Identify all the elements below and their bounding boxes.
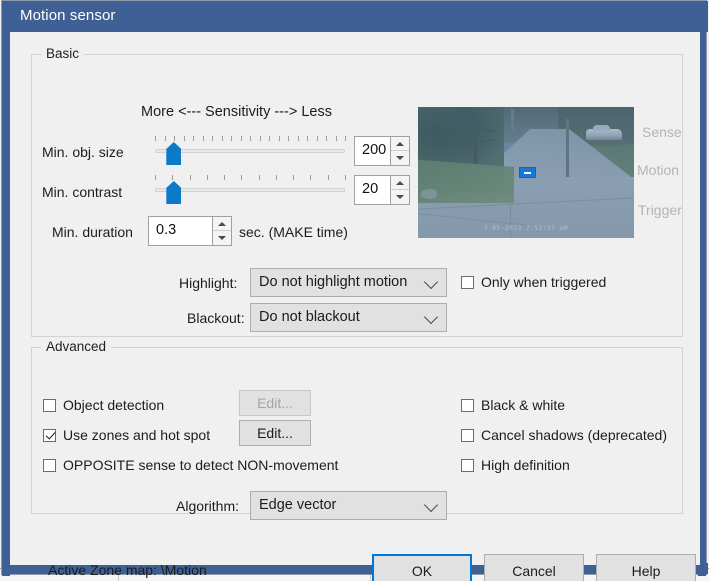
algorithm-dropdown[interactable]: Edge vector [250, 491, 447, 520]
min-duration-spin-buttons[interactable] [212, 217, 231, 245]
spin-up-icon[interactable] [391, 176, 409, 190]
chevron-down-icon [423, 309, 439, 324]
dialog-client-area: Basic More <--- Sensitivity ---> Less Mi… [10, 32, 700, 581]
highlight-dropdown[interactable]: Do not highlight motion [250, 268, 447, 297]
min-contrast-slider-thumb[interactable] [166, 181, 182, 204]
chevron-down-icon [423, 497, 439, 512]
checkbox-icon [461, 428, 474, 442]
high-definition-checkbox[interactable]: High definition [461, 457, 570, 473]
min-contrast-spin-buttons[interactable] [390, 176, 409, 204]
spin-up-icon[interactable] [391, 137, 409, 151]
min-obj-size-label: Min. obj. size [42, 144, 124, 160]
preview-timestamp: 7-05-2023 7:52:37 AM [483, 225, 569, 232]
edit-object-detection-label: Edit... [257, 395, 293, 411]
checkbox-icon [461, 275, 474, 289]
spin-up-icon[interactable] [213, 217, 231, 231]
camera-preview[interactable]: 7-05-2023 7:52:37 AM [418, 107, 634, 238]
edit-zones-label: Edit... [257, 425, 293, 441]
trigger-indicator-label: Trigger [638, 202, 682, 218]
cancel-shadows-label: Cancel shadows (deprecated) [481, 427, 667, 443]
checkbox-icon [461, 458, 474, 472]
algorithm-label: Algorithm: [176, 498, 240, 514]
advanced-group-legend: Advanced [41, 339, 112, 354]
opposite-sense-checkbox[interactable]: OPPOSITE sense to detect NON-movement [43, 457, 338, 473]
min-duration-label: Min. duration [52, 224, 133, 240]
highlight-label: Highlight: [179, 275, 238, 291]
algorithm-selected-value: Edge vector [259, 497, 337, 513]
min-obj-size-spin-buttons[interactable] [390, 137, 409, 165]
cancel-shadows-checkbox[interactable]: Cancel shadows (deprecated) [461, 427, 667, 443]
highlight-selected-value: Do not highlight motion [259, 274, 408, 290]
checkbox-icon [461, 398, 474, 412]
min-contrast-slider-ticks [155, 175, 346, 181]
dialog-left-edge [2, 1, 10, 576]
ok-button[interactable]: OK [372, 554, 472, 581]
min-duration-value: 0.3 [156, 222, 177, 238]
help-button[interactable]: Help [596, 554, 696, 581]
object-detection-checkbox[interactable]: Object detection [43, 397, 164, 413]
screenshot-root: Motion sensor Basic More <--- Sensitivit… [0, 0, 709, 581]
chevron-down-icon [423, 274, 439, 289]
blackout-dropdown[interactable]: Do not blackout [250, 303, 447, 332]
min-contrast-slider[interactable] [155, 175, 346, 205]
opposite-sense-label: OPPOSITE sense to detect NON-movement [63, 457, 339, 473]
blackout-selected-value: Do not blackout [259, 309, 360, 325]
min-contrast-label: Min. contrast [42, 184, 123, 200]
min-obj-size-slider-track [155, 149, 345, 153]
checkbox-icon [43, 458, 56, 472]
only-when-triggered-checkbox[interactable]: Only when triggered [461, 274, 606, 290]
motion-indicator-label: Motion [637, 162, 680, 178]
blackout-label: Blackout: [187, 310, 245, 326]
window-title: Motion sensor [20, 7, 116, 24]
motion-hot-spot-marker[interactable] [519, 167, 536, 178]
cancel-button[interactable]: Cancel [484, 554, 584, 581]
min-obj-size-slider[interactable] [155, 136, 346, 166]
checkbox-icon [43, 398, 56, 412]
min-duration-spinner[interactable]: 0.3 [148, 216, 232, 246]
min-obj-size-slider-thumb[interactable] [166, 142, 182, 165]
min-obj-size-spinner[interactable]: 200 [354, 136, 410, 166]
black-white-checkbox[interactable]: Black & white [461, 397, 565, 413]
black-white-label: Black & white [481, 397, 566, 413]
only-when-triggered-label: Only when triggered [481, 274, 607, 290]
sensitivity-caption: More <--- Sensitivity ---> Less [141, 104, 332, 120]
checkbox-checked-icon [43, 428, 56, 442]
active-zone-map-label: Active Zone map: \Motion [48, 562, 207, 578]
min-contrast-slider-track [155, 188, 345, 192]
edit-zones-button[interactable]: Edit... [239, 420, 311, 446]
edit-object-detection-button[interactable]: Edit... [239, 390, 311, 416]
min-obj-size-slider-ticks [155, 136, 346, 142]
min-duration-units-label: sec. (MAKE time) [239, 224, 348, 240]
spin-down-icon[interactable] [391, 151, 409, 165]
use-zones-checkbox[interactable]: Use zones and hot spot [43, 427, 210, 443]
high-definition-label: High definition [481, 457, 570, 473]
spin-down-icon[interactable] [213, 231, 231, 245]
min-obj-size-value: 200 [362, 142, 387, 158]
min-contrast-spinner[interactable]: 20 [354, 175, 410, 205]
title-bar: Motion sensor [2, 1, 708, 32]
min-contrast-value: 20 [362, 181, 379, 197]
motion-sensor-dialog: Motion sensor Basic More <--- Sensitivit… [1, 0, 708, 581]
basic-group-legend: Basic [41, 46, 85, 61]
cancel-button-label: Cancel [512, 562, 556, 579]
help-button-label: Help [631, 562, 661, 579]
ok-button-label: OK [411, 562, 433, 579]
spin-down-icon[interactable] [391, 190, 409, 204]
use-zones-label: Use zones and hot spot [63, 427, 211, 443]
object-detection-label: Object detection [63, 397, 165, 413]
sense-indicator-label: Sense [642, 124, 682, 140]
